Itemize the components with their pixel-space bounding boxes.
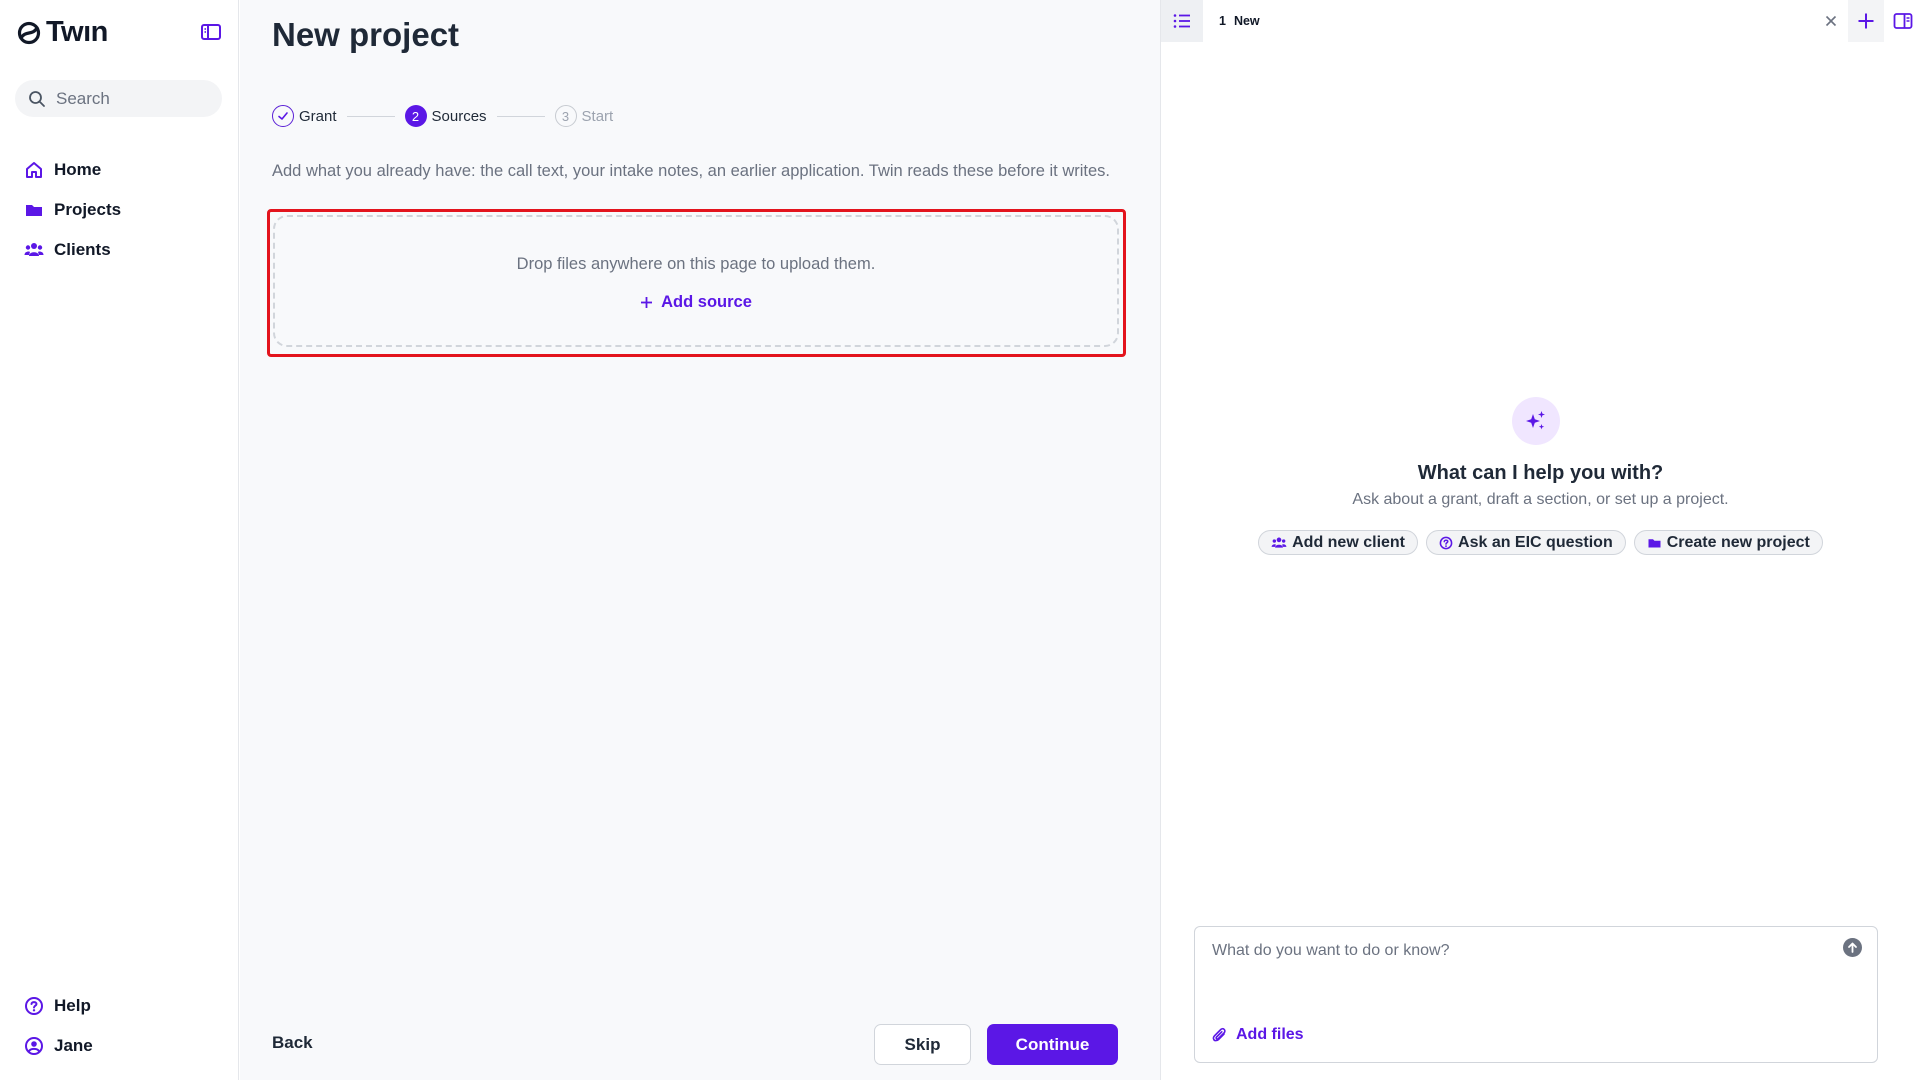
stepper: Grant 2 Sources 3 Start	[272, 104, 613, 128]
toggle-panel-button[interactable]	[1886, 0, 1920, 42]
main-content: New project Grant 2 Sources 3 Start Add …	[240, 0, 1161, 1080]
paperclip-icon	[1212, 1027, 1226, 1042]
suggestion-chips: Add new client Ask an EIC question Creat…	[1161, 530, 1920, 555]
close-tab-button[interactable]	[1822, 12, 1840, 30]
page-title: New project	[272, 16, 460, 53]
step-connector	[496, 115, 545, 117]
search-icon	[29, 90, 45, 107]
add-source-button[interactable]: Add source	[275, 293, 1117, 312]
nav-item-projects[interactable]: Projects	[15, 190, 225, 230]
sidebar: Twın Search Home Projects Clients Help J…	[0, 0, 239, 1080]
new-chat-button[interactable]	[1848, 0, 1884, 42]
collapse-sidebar-button[interactable]	[200, 22, 224, 44]
search-field[interactable]: Search	[15, 80, 222, 117]
nav-item-account[interactable]: Jane	[15, 1026, 225, 1066]
file-dropzone[interactable]: Drop files anywhere on this page to uplo…	[273, 215, 1119, 347]
chip-label: Create new project	[1666, 533, 1810, 551]
step-done-marker	[272, 105, 294, 127]
tab-number: 1	[1219, 14, 1226, 28]
step-number: 2	[404, 105, 427, 127]
list-icon	[1173, 14, 1190, 28]
users-icon	[1271, 537, 1287, 548]
sidebar-toggle-icon	[201, 24, 221, 40]
chat-tabbar: 1 New	[1161, 0, 1920, 42]
step-label: Sources	[431, 107, 487, 125]
users-icon	[24, 243, 44, 256]
step-connector	[346, 115, 395, 117]
assistant-heading: What can I help you with?	[1417, 462, 1664, 484]
help-circle-icon	[1439, 536, 1453, 549]
chat-list-button[interactable]	[1161, 0, 1203, 42]
nav-item-label: Jane	[54, 1036, 93, 1055]
panel-right-icon	[1893, 13, 1913, 29]
step-label: Grant	[299, 107, 337, 125]
assistant-badge	[1512, 397, 1560, 445]
nav-item-clients[interactable]: Clients	[15, 230, 225, 270]
step-number: 3	[554, 105, 577, 127]
search-placeholder: Search	[56, 88, 110, 108]
tab-title: New	[1233, 14, 1260, 28]
nav-item-label: Clients	[54, 240, 111, 259]
dropzone-text: Drop files anywhere on this page to uplo…	[516, 255, 876, 273]
arrow-up-icon	[1848, 942, 1857, 953]
step-grant[interactable]: Grant	[272, 105, 337, 127]
user-circle-icon	[25, 1037, 43, 1055]
folder-icon	[1648, 538, 1661, 547]
chip-create-new-project[interactable]: Create new project	[1633, 530, 1823, 555]
app-logo[interactable]: Twın	[16, 16, 108, 49]
primary-nav: Home Projects Clients	[15, 150, 225, 270]
assistant-panel: 1 New What can I help you with? Ask abou	[1161, 0, 1920, 1080]
nav-item-label: Projects	[54, 200, 122, 219]
assistant-subheading: Ask about a grant, draft a section, or s…	[1352, 491, 1729, 508]
chip-label: Ask an EIC question	[1458, 533, 1613, 551]
chat-input[interactable]	[1212, 939, 1812, 963]
folder-icon	[26, 205, 42, 216]
plus-icon	[1858, 13, 1874, 29]
add-files-label: Add files	[1236, 1026, 1304, 1043]
send-button[interactable]	[1843, 938, 1862, 957]
nav-item-help[interactable]: Help	[15, 986, 225, 1026]
twin-logo-icon	[17, 21, 41, 44]
help-circle-icon	[25, 997, 43, 1015]
logo-text: Twın	[46, 16, 108, 48]
nav-item-home[interactable]: Home	[15, 150, 225, 190]
step-label: Start	[581, 107, 614, 125]
sparkles-icon	[1526, 411, 1545, 430]
add-source-label: Add source	[661, 293, 752, 311]
plus-icon	[641, 297, 653, 308]
chip-ask-eic-question[interactable]: Ask an EIC question	[1426, 530, 1626, 555]
step-start[interactable]: 3 Start	[554, 105, 614, 127]
nav-item-label: Help	[54, 996, 91, 1015]
nav-item-label: Home	[54, 160, 102, 179]
secondary-nav: Help Jane	[15, 986, 225, 1066]
intro-text: Add what you already have: the call text…	[272, 162, 1110, 180]
check-icon	[278, 112, 288, 120]
back-button[interactable]: Back	[272, 1033, 313, 1053]
chip-add-new-client[interactable]: Add new client	[1258, 530, 1419, 555]
chat-tab[interactable]: 1 New	[1203, 0, 1823, 42]
chat-composer: Add files	[1194, 926, 1878, 1063]
continue-button[interactable]: Continue	[987, 1024, 1118, 1065]
skip-button[interactable]: Skip	[874, 1024, 971, 1065]
step-sources[interactable]: 2 Sources	[404, 105, 487, 127]
add-files-button[interactable]: Add files	[1212, 1026, 1304, 1044]
chip-label: Add new client	[1292, 533, 1406, 551]
close-icon	[1825, 15, 1837, 27]
home-icon	[26, 162, 42, 178]
